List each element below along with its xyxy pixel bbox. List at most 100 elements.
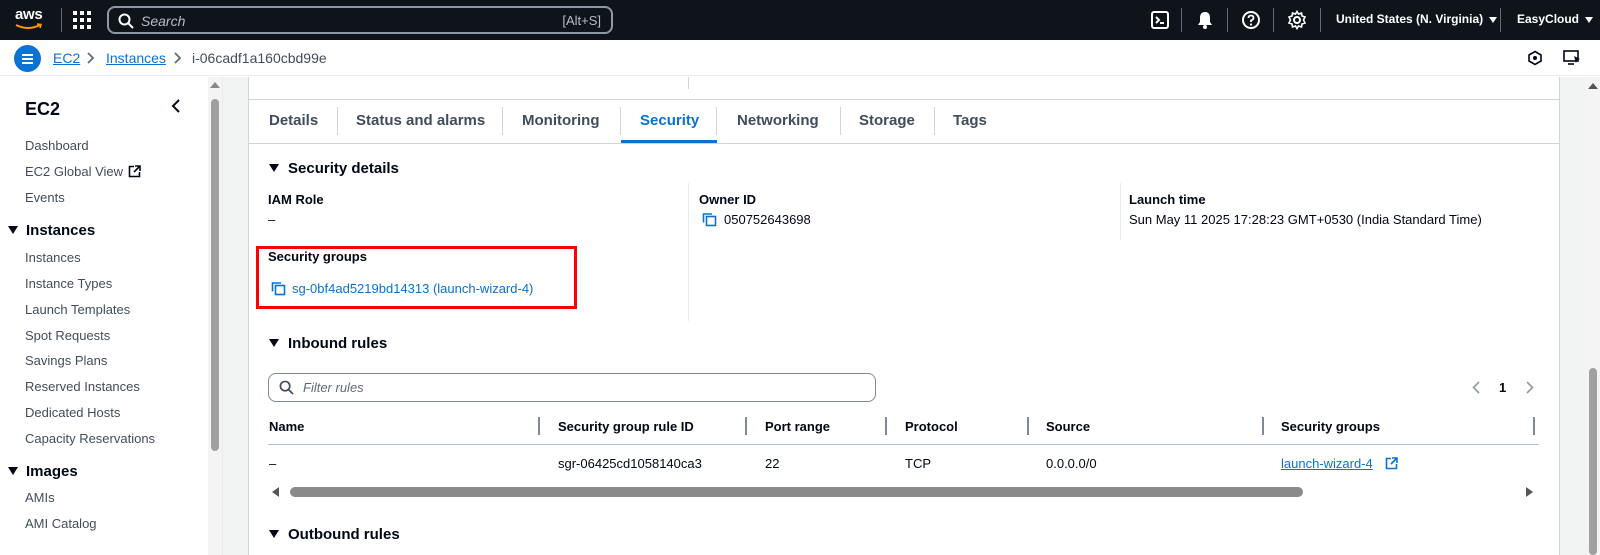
column-header-security-groups[interactable]: Security groups <box>1281 419 1380 434</box>
inbound-rules-header[interactable]: Inbound rules <box>269 335 387 352</box>
region-label: United States (N. Virginia) <box>1336 12 1484 26</box>
nav-divider <box>1227 8 1228 32</box>
tab-security[interactable]: Security <box>640 112 699 129</box>
caret-down-icon <box>269 530 279 538</box>
sidebar-section-instances[interactable]: Instances <box>8 222 95 239</box>
scroll-up-arrow-icon[interactable] <box>210 82 220 88</box>
tabs-top-border <box>248 99 1560 100</box>
sidebar-item-savings-plans[interactable]: Savings Plans <box>25 353 107 368</box>
nav-divider <box>1320 8 1321 32</box>
owner-id-label: Owner ID <box>699 192 757 207</box>
chevron-right-icon <box>174 52 182 64</box>
copy-icon[interactable] <box>702 212 717 227</box>
chevron-right-icon <box>87 52 95 64</box>
breadcrumb-instances[interactable]: Instances <box>106 50 166 66</box>
sidebar-section-label: Images <box>26 463 78 480</box>
sidebar-item-dashboard[interactable]: Dashboard <box>25 138 89 153</box>
column-resizer[interactable] <box>1533 417 1535 435</box>
scroll-up-arrow-icon[interactable] <box>1588 83 1598 89</box>
sidebar-scrollbar-thumb[interactable] <box>211 99 219 451</box>
owner-id-value: 050752643698 <box>724 212 811 227</box>
sidebar-title[interactable]: EC2 <box>25 99 60 120</box>
tab-separator <box>716 107 717 135</box>
column-resizer[interactable] <box>538 417 540 435</box>
sidebar-item-spot-requests[interactable]: Spot Requests <box>25 328 110 343</box>
tab-details[interactable]: Details <box>269 112 318 129</box>
search-input[interactable]: Search [Alt+S] <box>107 6 613 34</box>
section-title: Outbound rules <box>288 526 400 543</box>
cell-rule-id: sgr-06425cd1058140ca3 <box>558 456 702 471</box>
external-link-icon[interactable] <box>1385 457 1398 470</box>
sidebar-item-instances[interactable]: Instances <box>25 250 81 265</box>
region-selector[interactable]: United States (N. Virginia) <box>1336 12 1498 26</box>
outbound-rules-header[interactable]: Outbound rules <box>269 526 400 543</box>
caret-down-icon <box>269 339 279 347</box>
column-header-source[interactable]: Source <box>1046 419 1090 434</box>
current-page-number[interactable]: 1 <box>1499 380 1506 395</box>
scroll-left-arrow-icon[interactable] <box>272 487 279 497</box>
iam-role-label: IAM Role <box>268 192 324 207</box>
help-icon[interactable] <box>1241 10 1261 30</box>
caret-down-icon <box>269 164 279 172</box>
iam-role-value: – <box>268 212 276 227</box>
sidebar-item-capacity-reservations[interactable]: Capacity Reservations <box>25 431 155 446</box>
filter-rules-input[interactable]: Filter rules <box>268 373 876 402</box>
scroll-right-arrow-icon[interactable] <box>1526 487 1533 497</box>
nav-divider <box>61 8 62 32</box>
sidebar-item-events[interactable]: Events <box>25 190 65 205</box>
cloudshell-icon[interactable] <box>1150 10 1170 30</box>
aws-logo[interactable]: aws <box>14 6 46 34</box>
caret-down-icon <box>8 467 18 475</box>
security-details-header[interactable]: Security details <box>269 160 399 177</box>
sidebar-item-ami-catalog[interactable]: AMI Catalog <box>25 516 97 531</box>
column-resizer[interactable] <box>745 417 747 435</box>
page-scrollbar-thumb[interactable] <box>1589 368 1597 555</box>
column-divider <box>1120 183 1121 240</box>
column-header-protocol[interactable]: Protocol <box>905 419 958 434</box>
side-navigation-toggle-button[interactable] <box>14 45 41 72</box>
column-header-port-range[interactable]: Port range <box>765 419 830 434</box>
sidebar-item-launch-templates[interactable]: Launch Templates <box>25 302 130 317</box>
caret-down-icon <box>8 226 18 234</box>
section-title: Security details <box>288 160 399 177</box>
tab-separator <box>502 107 503 135</box>
column-divider <box>688 183 689 321</box>
account-menu[interactable]: EasyCloud <box>1517 12 1594 26</box>
tab-storage[interactable]: Storage <box>859 112 915 129</box>
chevron-right-icon[interactable] <box>1526 381 1534 394</box>
tab-tags[interactable]: Tags <box>953 112 987 129</box>
top-navigation-bar: aws Search [Alt+S] United States (N. Vir… <box>0 0 1600 40</box>
cell-name: – <box>269 456 277 471</box>
breadcrumb-ec2[interactable]: EC2 <box>53 50 80 66</box>
nav-divider <box>1273 8 1274 32</box>
notifications-bell-icon[interactable] <box>1195 10 1215 30</box>
cell-security-group-link[interactable]: launch-wizard-4 <box>1281 456 1373 471</box>
cell-source: 0.0.0.0/0 <box>1046 456 1097 471</box>
column-resizer[interactable] <box>1262 417 1264 435</box>
sidebar-item-reserved-instances[interactable]: Reserved Instances <box>25 379 140 394</box>
tab-status-and-alarms[interactable]: Status and alarms <box>356 112 485 129</box>
search-placeholder: Search <box>141 13 186 29</box>
column-header-rule-id[interactable]: Security group rule ID <box>558 419 694 434</box>
notifications-hexagon-icon[interactable] <box>1527 50 1543 66</box>
table-horizontal-scrollbar[interactable] <box>290 487 1303 497</box>
tab-separator <box>620 107 621 135</box>
breadcrumb-current-instance: i-06cadf1a160cbd99e <box>192 50 327 66</box>
sidebar-item-dedicated-hosts[interactable]: Dedicated Hosts <box>25 405 120 420</box>
help-panel-icon[interactable] <box>1563 50 1581 66</box>
chevron-left-icon[interactable] <box>171 99 181 113</box>
tab-networking[interactable]: Networking <box>737 112 819 129</box>
sidebar-item-instance-types[interactable]: Instance Types <box>25 276 112 291</box>
aws-smile-icon <box>15 23 43 29</box>
tab-monitoring[interactable]: Monitoring <box>522 112 599 129</box>
services-grid-icon[interactable] <box>73 11 91 29</box>
settings-gear-icon[interactable] <box>1287 10 1307 30</box>
column-resizer[interactable] <box>1027 417 1029 435</box>
column-header-name[interactable]: Name <box>269 419 304 434</box>
column-resizer[interactable] <box>885 417 887 435</box>
chevron-left-icon[interactable] <box>1472 381 1480 394</box>
sidebar-item-amis[interactable]: AMIs <box>25 490 55 505</box>
sidebar-item-global-view[interactable]: EC2 Global View <box>25 164 141 179</box>
sidebar-section-images[interactable]: Images <box>8 463 78 480</box>
search-icon <box>279 380 294 395</box>
